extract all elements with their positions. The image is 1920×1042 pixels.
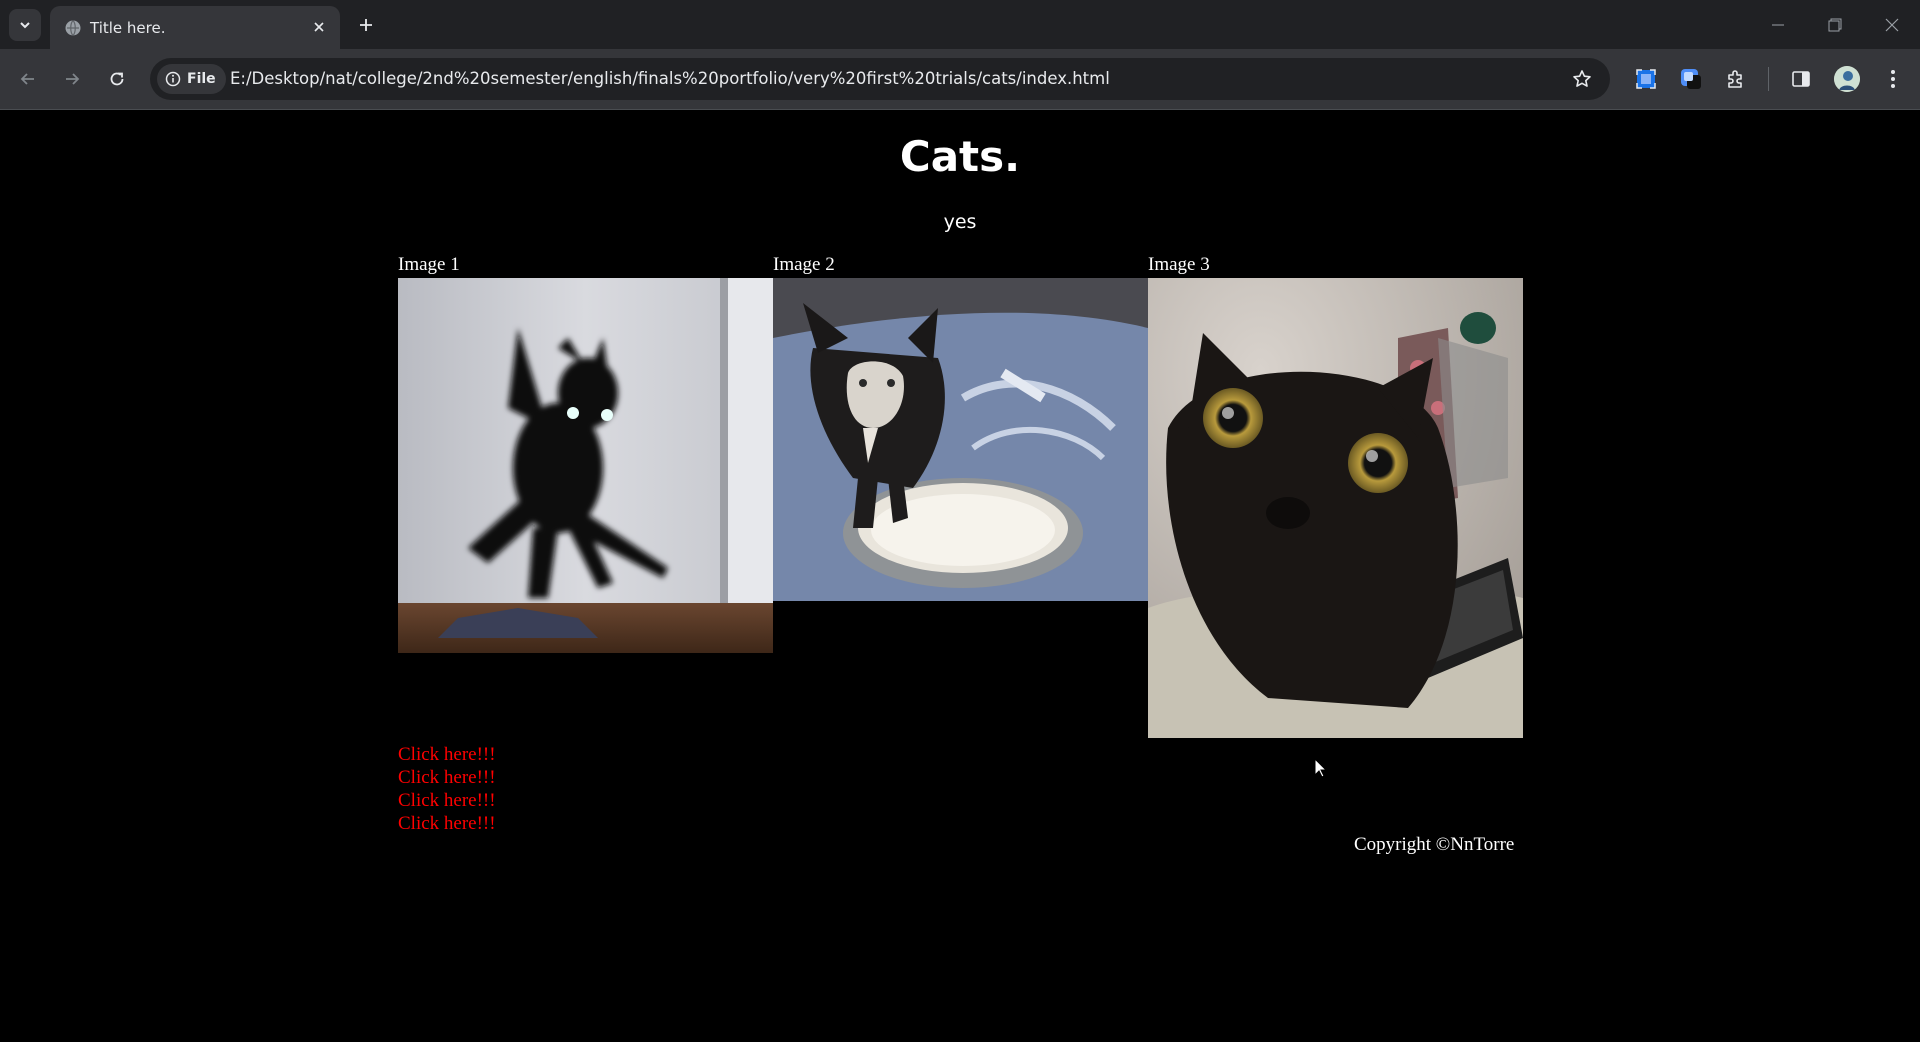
cat-jumping-image <box>398 278 773 653</box>
forward-button[interactable] <box>56 63 88 95</box>
browser-toolbar: File E:/Desktop/nat/college/2nd%20semest… <box>0 49 1920 109</box>
info-icon <box>165 71 181 87</box>
chevron-down-icon <box>20 22 30 29</box>
star-icon <box>1573 70 1591 87</box>
menu-button[interactable] <box>1878 64 1908 94</box>
cat-wide-eyes-image <box>1148 278 1523 738</box>
restore-icon <box>1828 18 1841 31</box>
cat-image-2 <box>773 278 1148 601</box>
close-icon <box>314 22 324 32</box>
more-vertical-icon <box>1891 70 1895 88</box>
tab-search-button[interactable] <box>9 9 41 41</box>
click-here-link-3[interactable]: Click here!!! <box>398 789 496 812</box>
web-page: Cats. yes Image 1 Image 2 Image 3 Click … <box>0 110 1920 1042</box>
click-here-link-4[interactable]: Click here!!! <box>398 812 496 835</box>
cat-image-3 <box>1148 278 1523 738</box>
address-bar[interactable]: File E:/Desktop/nat/college/2nd%20semest… <box>150 58 1610 100</box>
site-info-chip[interactable]: File <box>157 64 226 94</box>
browser-tab-active[interactable]: Title here. <box>50 6 340 49</box>
minimize-button[interactable] <box>1749 0 1806 49</box>
capture-icon <box>1636 69 1656 89</box>
toolbar-separator <box>1768 67 1769 91</box>
side-panel-button[interactable] <box>1786 64 1816 94</box>
side-panel-icon <box>1792 71 1810 87</box>
arrow-left-icon <box>20 73 34 85</box>
profile-avatar[interactable] <box>1834 66 1860 92</box>
puzzle-icon <box>1728 70 1742 88</box>
tab-title: Title here. <box>90 19 166 37</box>
avatar-icon <box>1834 66 1860 92</box>
click-here-link-2[interactable]: Click here!!! <box>398 766 496 789</box>
close-window-button[interactable] <box>1863 0 1920 49</box>
copyright-text: Copyright ©NnTorre <box>1354 834 1515 855</box>
restore-button[interactable] <box>1806 0 1863 49</box>
copilot-extension-button[interactable] <box>1676 64 1706 94</box>
url-text[interactable]: E:/Desktop/nat/college/2nd%20semester/en… <box>230 69 1110 88</box>
window-controls <box>1749 0 1920 49</box>
close-icon <box>1885 18 1898 31</box>
screenshot-extension-button[interactable] <box>1631 64 1661 94</box>
page-subtitle: yes <box>943 211 977 233</box>
extensions-button[interactable] <box>1721 64 1751 94</box>
site-chip-label: File <box>187 71 216 87</box>
new-tab-button[interactable] <box>350 9 382 41</box>
link-list: Click here!!! Click here!!! Click here!!… <box>398 743 496 835</box>
reload-icon <box>110 72 124 86</box>
plus-icon <box>360 19 372 31</box>
click-here-link-1[interactable]: Click here!!! <box>398 743 496 766</box>
page-title: Cats. <box>899 132 1021 181</box>
tab-close-button[interactable] <box>308 16 330 38</box>
arrow-right-icon <box>66 73 80 85</box>
minimize-icon <box>1771 24 1784 25</box>
globe-icon <box>65 20 81 36</box>
copilot-icon <box>1681 69 1701 89</box>
cat-image-1 <box>398 278 773 653</box>
cat-milk-image <box>773 278 1148 601</box>
mouse-cursor-icon <box>1314 758 1328 778</box>
bookmark-button[interactable] <box>1570 67 1594 91</box>
browser-tabstrip: Title here. <box>0 0 1920 49</box>
image-1-label: Image 1 <box>398 254 460 275</box>
back-button[interactable] <box>12 63 44 95</box>
image-3-label: Image 3 <box>1148 254 1210 275</box>
reload-button[interactable] <box>101 63 133 95</box>
image-2-label: Image 2 <box>773 254 835 275</box>
